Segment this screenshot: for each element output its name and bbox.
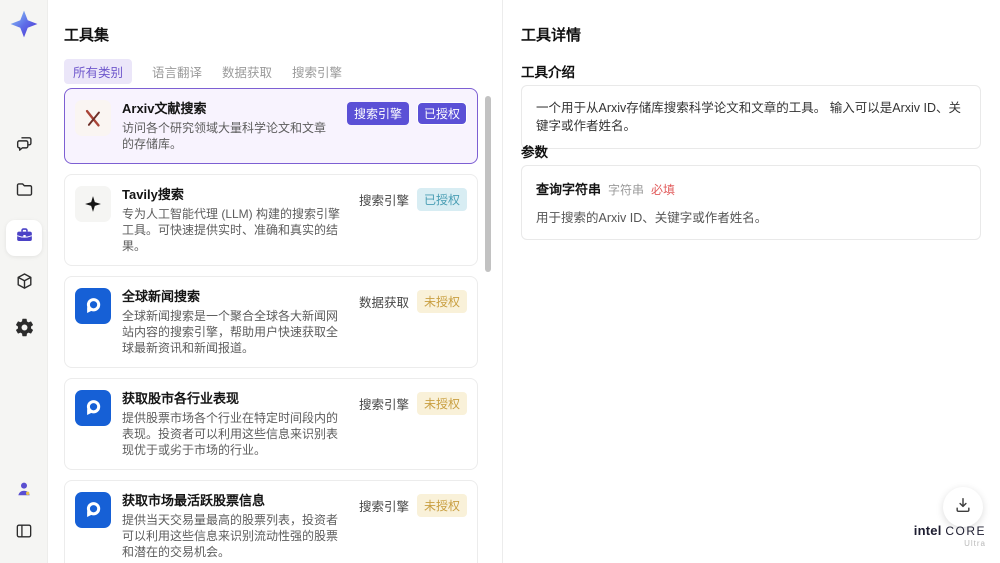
tool-title: Tavily搜索 (122, 187, 184, 202)
sidebar-item-models[interactable] (6, 266, 42, 302)
sidebar-item-chat[interactable] (6, 128, 42, 164)
tool-card[interactable]: 获取市场最活跃股票信息 提供当天交易量最高的股票列表，投资者可以利用这些信息来识… (64, 480, 478, 563)
param-card: 查询字符串 字符串 必填 用于搜索的Arxiv ID、关键字或作者姓名。 (521, 165, 981, 240)
arxiv-icon (75, 100, 111, 136)
sidebar-bottom (0, 473, 48, 551)
gear-icon (14, 317, 35, 343)
tool-title: 获取股市各行业表现 (122, 391, 240, 406)
tab-3[interactable]: 搜索引擎 (292, 59, 342, 84)
tool-card[interactable]: 获取股市各行业表现 提供股票市场各个行业在特定时间段内的表现。投资者可以利用这些… (64, 378, 478, 470)
sidebar-item-tools[interactable] (6, 220, 42, 256)
tool-description: 全球新闻搜索是一个聚合全球各大新闻网站内容的搜索引擎，帮助用户快速获取全球最新资… (122, 309, 339, 355)
tool-auth-badge: 未授权 (416, 494, 467, 517)
tool-card[interactable]: Arxiv文献搜索 访问各个研究领域大量科学论文和文章的存储库。 搜索引擎 已授… (64, 88, 478, 164)
download-button[interactable] (943, 487, 983, 527)
tool-description: 提供当天交易量最高的股票列表，投资者可以利用这些信息来识别流动性强的股票和潜在的… (122, 513, 339, 559)
panel-divider (502, 0, 503, 563)
details-panel-title: 工具详情 (521, 27, 582, 44)
q-icon (75, 492, 111, 528)
tool-intro-text: 一个用于从Arxiv存储库搜索科学论文和文章的工具。 输入可以是Arxiv ID… (536, 101, 962, 133)
tool-auth-badge: 未授权 (416, 290, 467, 313)
tool-title: 获取市场最活跃股票信息 (122, 493, 266, 508)
sidebar-nav (0, 128, 48, 348)
param-type: 字符串 (608, 183, 645, 197)
tool-list-scrollbar[interactable] (485, 96, 491, 272)
avatar-icon (14, 479, 34, 504)
tool-auth-badge: 已授权 (416, 102, 467, 125)
tool-intro-card: 一个用于从Arxiv存储库搜索科学论文和文章的工具。 输入可以是Arxiv ID… (521, 85, 981, 149)
user-avatar[interactable] (6, 473, 42, 509)
tab-0[interactable]: 所有类别 (64, 59, 133, 84)
panel-toggle-icon (14, 521, 34, 546)
intel-wordmark: intel (913, 523, 942, 538)
sidebar-item-files[interactable] (6, 174, 42, 210)
app-window: 工具集 所有类别 语言翻译 数据获取 搜索引擎 Arxiv文献搜索 访问各个研究领域大… (0, 0, 1000, 563)
tools-panel: 工具集 所有类别 语言翻译 数据获取 搜索引擎 Arxiv文献搜索 访问各个研究领域大… (64, 0, 478, 563)
tool-category-tag: 数据获取 (358, 296, 409, 310)
cube-icon (14, 271, 35, 297)
tool-auth-badge: 未授权 (416, 392, 467, 415)
category-tabs: 所有类别 语言翻译 数据获取 搜索引擎 (64, 59, 342, 84)
tool-list: Arxiv文献搜索 访问各个研究领域大量科学论文和文章的存储库。 搜索引擎 已授… (64, 88, 478, 563)
tool-description: 专为人工智能代理 (LLM) 构建的搜索引擎工具。可快速提供实时、准确和真实的结… (122, 207, 341, 253)
tool-category-tag: 搜索引擎 (346, 102, 409, 125)
tool-description: 提供股票市场各个行业在特定时间段内的表现。投资者可以利用这些信息来识别表现优于或… (122, 411, 339, 457)
left-sidebar (0, 0, 48, 563)
download-icon (953, 495, 973, 520)
tool-title: 全球新闻搜索 (122, 289, 201, 304)
briefcase-icon (14, 225, 35, 251)
intro-heading: 工具介绍 (521, 65, 575, 80)
intel-core-logo: intel CORE Ultra (914, 523, 986, 548)
tool-details-panel: 工具详情 工具介绍 一个用于从Arxiv存储库搜索科学论文和文章的工具。 输入可… (521, 0, 981, 563)
tool-title: Arxiv文献搜索 (122, 101, 207, 116)
tool-card[interactable]: 全球新闻搜索 全球新闻搜索是一个聚合全球各大新闻网站内容的搜索引擎，帮助用户快速… (64, 276, 478, 368)
tool-card[interactable]: Tavily搜索 专为人工智能代理 (LLM) 构建的搜索引擎工具。可快速提供实… (64, 174, 478, 266)
param-required-badge: 必填 (651, 183, 676, 197)
tool-description: 访问各个研究领域大量科学论文和文章的存储库。 (122, 121, 327, 151)
ultra-wordmark: Ultra (964, 539, 986, 548)
tool-category-tag: 搜索引擎 (358, 500, 409, 514)
app-logo star-logo-icon[interactable] (10, 10, 38, 38)
tool-auth-badge: 已授权 (416, 188, 467, 211)
collapse-sidebar-button[interactable] (6, 515, 42, 551)
params-heading: 参数 (521, 145, 548, 160)
tab-2[interactable]: 数据获取 (222, 59, 272, 84)
tab-1[interactable]: 语言翻译 (152, 59, 202, 84)
core-wordmark: CORE (945, 524, 986, 538)
tool-category-tag: 搜索引擎 (358, 398, 409, 412)
tools-panel-title: 工具集 (64, 27, 110, 44)
sparkle-icon (75, 186, 111, 222)
sidebar-item-settings[interactable] (6, 312, 42, 348)
folder-icon (14, 179, 35, 205)
param-description: 用于搜索的Arxiv ID、关键字或作者姓名。 (536, 211, 768, 225)
q-icon (75, 288, 111, 324)
q-icon (75, 390, 111, 426)
chat-icon (14, 133, 35, 159)
tool-category-tag: 搜索引擎 (358, 194, 409, 208)
param-name: 查询字符串 (536, 182, 602, 197)
